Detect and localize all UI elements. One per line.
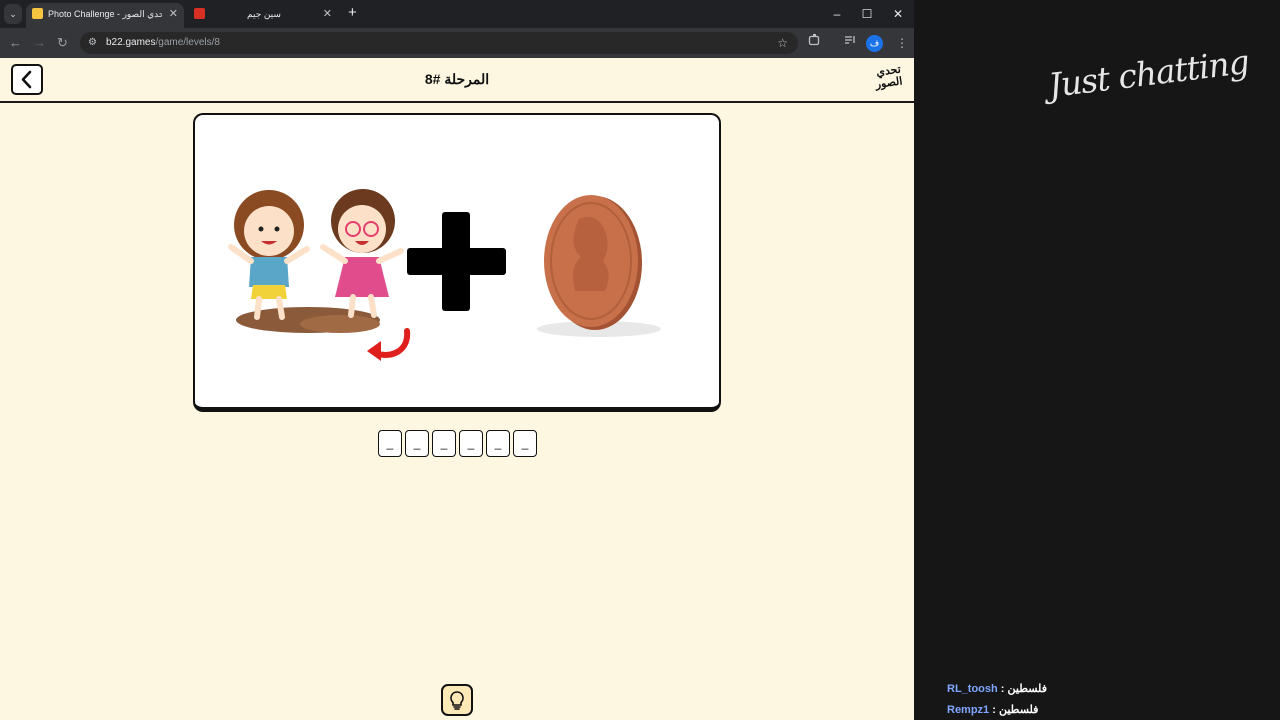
- address-bar[interactable]: ⚙ b22.games/game/levels/8 ☆: [80, 32, 798, 54]
- favicon-icon: [32, 8, 43, 19]
- chat-text: فلسطين: [998, 704, 1039, 716]
- answer-slot[interactable]: _: [405, 430, 429, 457]
- tab-title: سين جيم: [247, 9, 281, 19]
- menu-kebab-icon[interactable]: ⋮: [896, 28, 908, 58]
- forward-arrow-icon[interactable]: →: [33, 28, 46, 58]
- site-info-icon[interactable]: ⚙: [88, 37, 97, 48]
- level-header: المرحلة #8 تحدي الصور: [0, 58, 914, 103]
- plus-icon: [407, 212, 506, 311]
- penny-coin-icon: [537, 195, 661, 337]
- browser-window: ⌄ Photo Challenge - تحدي الصور ✕ سين جيم…: [0, 0, 914, 720]
- chat-username: RL_toosh: [947, 683, 998, 695]
- tab-close-icon[interactable]: ✕: [169, 3, 178, 25]
- back-arrow-icon[interactable]: ←: [9, 28, 22, 58]
- chat-text: فلسطين: [1007, 683, 1047, 695]
- chat-username: Rempz1: [947, 704, 990, 716]
- chat-separator: :: [992, 704, 999, 716]
- new-tab-button[interactable]: +: [348, 4, 357, 22]
- url-text: b22.games/game/levels/8: [106, 37, 220, 48]
- chat-separator: :: [1000, 683, 1008, 695]
- tab-close-icon[interactable]: ✕: [323, 3, 332, 25]
- chat-message: RL_toosh : فلسطين: [947, 682, 1047, 695]
- level-title: المرحلة #8: [424, 71, 490, 87]
- minimize-button[interactable]: –: [822, 0, 852, 28]
- browser-toolbar: ← → ↻ ⚙ b22.games/game/levels/8 ☆ ف ⋮: [0, 28, 914, 58]
- favicon-icon: [194, 8, 205, 19]
- profile-avatar[interactable]: ف: [866, 35, 883, 52]
- puzzle-image: [228, 189, 661, 361]
- reverse-arrow-icon: [367, 328, 411, 361]
- boy-illustration: [228, 190, 310, 320]
- game-logo[interactable]: تحدي الصور: [862, 63, 904, 96]
- tab-title: Photo Challenge - تحدي الصور: [48, 9, 162, 19]
- answer-slot[interactable]: _: [486, 430, 510, 457]
- girl-illustration: [320, 189, 404, 318]
- extensions-icon[interactable]: [808, 28, 821, 58]
- answer-slot[interactable]: _: [513, 430, 537, 457]
- answer-slot[interactable]: _: [432, 430, 456, 457]
- close-window-button[interactable]: ✕: [883, 0, 913, 28]
- puzzle-image-card: [193, 113, 721, 412]
- hint-button[interactable]: [441, 684, 473, 716]
- answer-slot[interactable]: _: [378, 430, 402, 457]
- tab-bar: ⌄ Photo Challenge - تحدي الصور ✕ سين جيم…: [0, 0, 914, 28]
- tab-seen-jeem[interactable]: سين جيم ✕: [186, 3, 338, 28]
- maximize-button[interactable]: ☐: [852, 0, 882, 28]
- tab-photo-challenge[interactable]: Photo Challenge - تحدي الصور ✕: [26, 3, 184, 28]
- bookmark-star-icon[interactable]: ☆: [777, 32, 788, 54]
- chat-message: Rempz1 : فلسطين: [947, 703, 1038, 716]
- tab-search-button[interactable]: ⌄: [4, 4, 22, 24]
- answer-slot[interactable]: _: [459, 430, 483, 457]
- lightbulb-icon: [450, 691, 464, 710]
- media-controls-icon[interactable]: [844, 28, 857, 58]
- stream-overlay-panel: [914, 0, 1280, 720]
- reload-icon[interactable]: ↻: [57, 28, 68, 58]
